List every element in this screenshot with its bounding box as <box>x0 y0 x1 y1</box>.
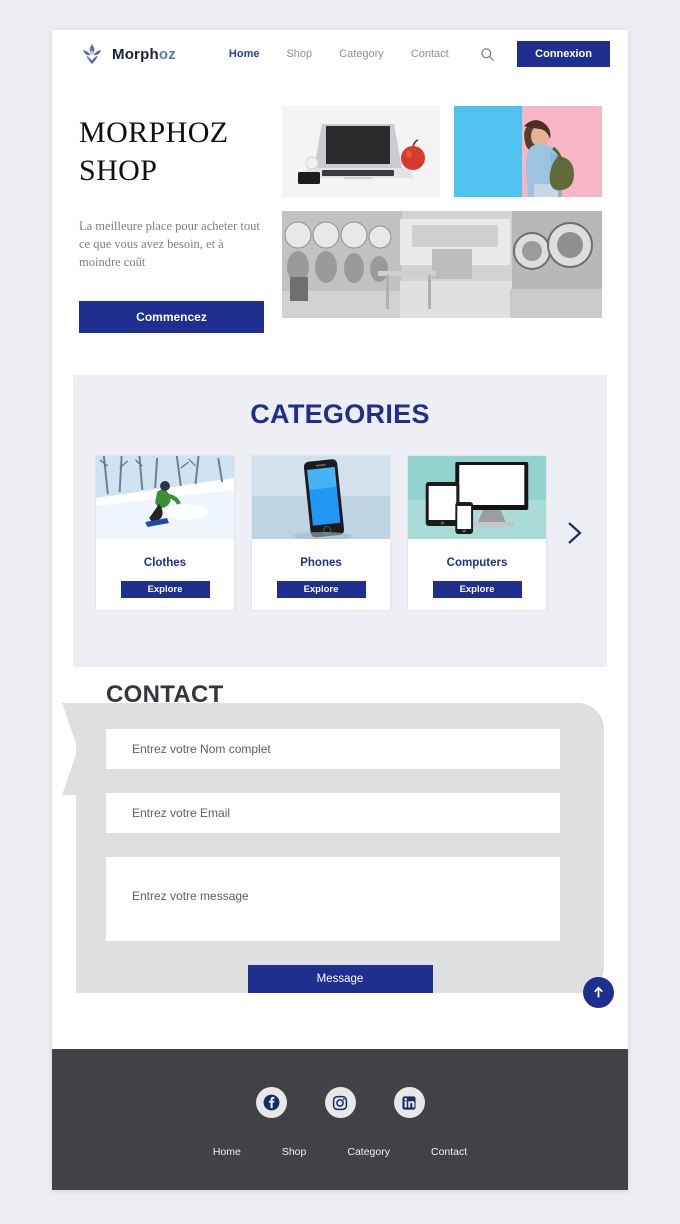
categories-title: CATEGORIES <box>250 399 430 430</box>
hero-title-line2: SHOP <box>79 153 158 187</box>
social-links <box>255 1087 425 1118</box>
website-page: Morphoz Home Shop Category Contact Conne… <box>52 30 628 1190</box>
hero-gallery <box>282 106 602 333</box>
instagram-icon[interactable] <box>324 1087 356 1118</box>
girl-denim-photo <box>454 106 602 197</box>
category-card-clothes[interactable]: Clothes Explore <box>95 455 235 612</box>
footer-nav: Home Shop Category Contact <box>213 1146 467 1158</box>
site-header: Morphoz Home Shop Category Contact Conne… <box>52 30 628 78</box>
nav-item-category[interactable]: Category <box>339 48 384 60</box>
message-textarea[interactable] <box>106 857 560 942</box>
scroll-to-top-button[interactable] <box>583 977 614 1009</box>
search-icon[interactable] <box>480 47 495 62</box>
linkedin-icon[interactable] <box>393 1087 425 1118</box>
category-card-computers[interactable]: Computers Explore <box>407 455 547 612</box>
explore-button-clothes[interactable]: Explore <box>120 581 210 599</box>
smartphone-photo <box>252 456 390 541</box>
login-button[interactable]: Connexion <box>517 41 610 67</box>
chevron-right-icon[interactable] <box>563 518 585 548</box>
hero-section: MORPHOZ SHOP La meilleure place pour ach… <box>52 78 628 334</box>
skier-photo <box>96 456 234 540</box>
brand-logo-group[interactable]: Morphoz <box>79 41 176 67</box>
footer-link-category[interactable]: Category <box>347 1146 390 1158</box>
devices-photo <box>408 456 546 540</box>
start-button[interactable]: Commencez <box>79 301 264 334</box>
hero-title-line1: MORPHOZ <box>79 116 229 149</box>
contact-title: CONTACT <box>106 681 224 709</box>
lotus-logo-icon <box>79 41 105 67</box>
footer-link-contact[interactable]: Contact <box>431 1146 467 1158</box>
contact-form <box>52 681 628 942</box>
email-input[interactable] <box>106 793 560 834</box>
laundromat-photo <box>282 211 602 318</box>
explore-button-phones[interactable]: Explore <box>276 581 366 599</box>
brand-name-light: oz <box>158 45 176 63</box>
nav-item-contact[interactable]: Contact <box>411 48 449 60</box>
category-label-clothes: Clothes <box>143 557 187 570</box>
brand-name-dark: Morph <box>112 45 159 63</box>
fullname-input[interactable] <box>106 729 560 770</box>
hero-gallery-top-row <box>282 106 602 197</box>
category-label-computers: Computers <box>446 557 508 570</box>
category-card-phones[interactable]: Phones Explore <box>251 455 391 612</box>
facebook-icon[interactable] <box>255 1087 287 1118</box>
arrow-up-icon <box>594 986 603 998</box>
laptop-apple-photo <box>282 106 440 197</box>
main-nav: Home Shop Category Contact <box>229 48 449 60</box>
nav-item-shop[interactable]: Shop <box>286 48 312 60</box>
site-footer: Home Shop Category Contact <box>52 1049 628 1190</box>
categories-carousel: Clothes Explore Phones Explore Computers… <box>73 455 607 612</box>
hero-gallery-bottom-row <box>282 211 602 318</box>
categories-section: CATEGORIES Clothes Explore Phones Explor… <box>73 375 607 668</box>
footer-link-home[interactable]: Home <box>213 1146 241 1158</box>
category-label-phones: Phones <box>300 557 342 570</box>
nav-item-home[interactable]: Home <box>229 48 260 60</box>
hero-copy: MORPHOZ SHOP La meilleure place pour ach… <box>79 106 264 334</box>
footer-link-shop[interactable]: Shop <box>282 1146 307 1158</box>
explore-button-computers[interactable]: Explore <box>432 581 522 599</box>
brand-name: Morphoz <box>112 46 176 63</box>
send-message-button[interactable]: Message <box>247 965 433 994</box>
contact-section: CONTACT Message <box>52 681 628 1011</box>
page-title: MORPHOZ SHOP <box>79 114 264 189</box>
hero-subtitle: La meilleure place pour acheter tout ce … <box>79 219 260 270</box>
header-actions: Connexion <box>480 41 610 67</box>
